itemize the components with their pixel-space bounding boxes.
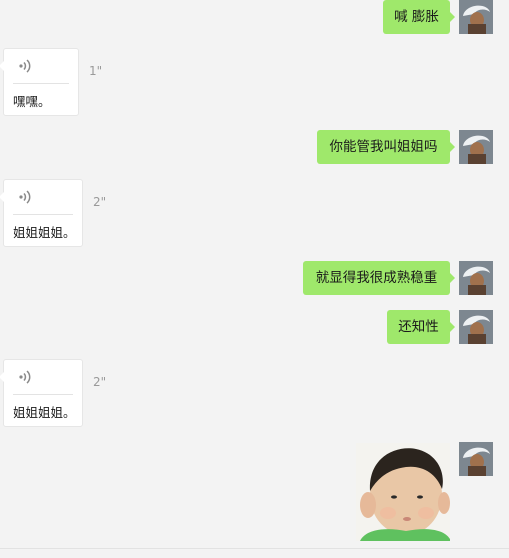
outgoing-message-bubble[interactable]: 就显得我很成熟稳重 [303,261,455,295]
outgoing-message-bubble[interactable]: 喊 膨胀 [383,0,455,34]
voice-duration: 2" [93,195,107,209]
voice-play-area[interactable] [4,360,82,394]
message-text: 还知性 [398,319,439,335]
incoming-voice-message[interactable]: 姐姐姐姐。 [0,179,83,247]
voice-wave-icon [19,59,31,73]
voice-divider [13,214,73,215]
voice-transcript: 嘿嘿。 [13,94,51,109]
user-avatar[interactable] [459,130,493,164]
voice-divider [13,83,69,84]
outgoing-message-bubble[interactable]: 还知性 [387,310,455,344]
message-text: 就显得我很成熟稳重 [315,270,438,286]
avatar-image [459,261,493,295]
avatar-image [459,130,493,164]
baby-face-sticker[interactable] [356,443,450,541]
message-text: 喊 膨胀 [394,9,439,25]
user-avatar[interactable] [459,310,493,344]
voice-play-area[interactable] [4,49,78,83]
voice-transcript: 姐姐姐姐。 [13,405,76,420]
incoming-voice-message[interactable]: 嘿嘿。 [0,48,79,116]
incoming-voice-message[interactable]: 姐姐姐姐。 [0,359,83,427]
message-text: 你能管我叫姐姐吗 [329,139,438,155]
avatar-image [459,442,493,476]
avatar-image [459,0,493,34]
voice-divider [13,394,73,395]
user-avatar[interactable] [459,442,493,476]
voice-transcript: 姐姐姐姐。 [13,225,76,240]
sticker-image [356,443,450,541]
avatar-image [459,310,493,344]
user-avatar[interactable] [459,0,493,34]
chat-history: 喊 膨胀 嘿嘿。 1" 你能管我叫姐姐吗 姐姐姐姐。 2" 就显得我很成熟稳重 … [0,0,509,548]
voice-duration: 1" [89,64,103,78]
voice-wave-icon [19,370,31,384]
user-avatar[interactable] [459,261,493,295]
voice-duration: 2" [93,375,107,389]
outgoing-message-bubble[interactable]: 你能管我叫姐姐吗 [317,130,455,164]
voice-wave-icon [19,190,31,204]
input-area-divider [0,548,509,549]
voice-play-area[interactable] [4,180,82,214]
